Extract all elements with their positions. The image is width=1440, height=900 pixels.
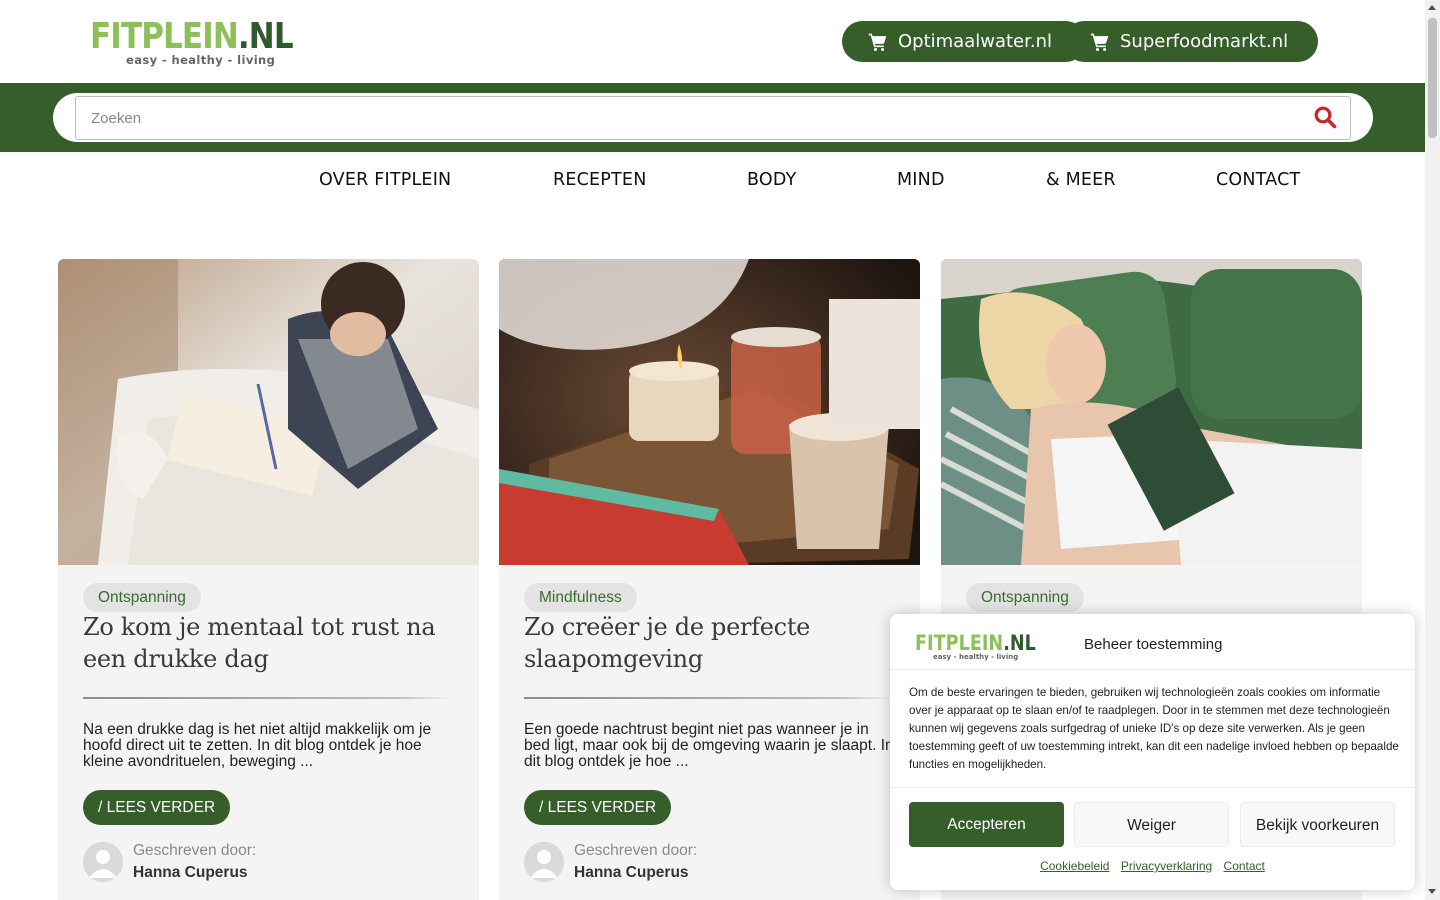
logo-wordmark: FITPLEIN.NL — [915, 631, 1036, 655]
scroll-down-icon[interactable] — [1428, 889, 1436, 894]
cookie-text: Om de beste ervaringen te bieden, gebrui… — [909, 686, 1399, 771]
shop-link-label: Superfoodmarkt.nl — [1120, 31, 1289, 52]
search-icon[interactable] — [1313, 105, 1337, 129]
post-category-badge[interactable]: Ontspanning — [966, 583, 1084, 612]
search-container — [53, 93, 1373, 142]
post-image[interactable] — [499, 259, 920, 565]
author-avatar — [524, 842, 564, 882]
cookie-policy-link[interactable]: Cookiebeleid — [1040, 859, 1109, 873]
author-name[interactable]: Hanna Cuperus — [574, 864, 689, 882]
scrollbar-thumb[interactable] — [1428, 18, 1437, 138]
shop-link-superfoodmarkt[interactable]: Superfoodmarkt.nl — [1064, 21, 1318, 62]
logo-tagline: easy - healthy - living — [126, 53, 276, 67]
nav-item-mind[interactable]: MIND — [897, 170, 945, 190]
scroll-up-icon[interactable] — [1428, 5, 1436, 10]
post-excerpt: Na een drukke dag is het niet altijd mak… — [83, 721, 432, 770]
divider — [890, 669, 1415, 670]
written-by-label: Geschreven door: — [574, 842, 698, 859]
nav-item-recepten[interactable]: RECEPTEN — [553, 170, 646, 190]
shop-link-label: Optimaalwater.nl — [898, 31, 1053, 52]
post-card: Ontspanning Zo kom je mentaal tot rust n… — [58, 259, 479, 900]
post-image[interactable] — [58, 259, 479, 565]
post-image[interactable] — [941, 259, 1362, 565]
author-name[interactable]: Hanna Cuperus — [133, 864, 248, 882]
cookie-title: Beheer toestemming — [1084, 636, 1223, 653]
cart-icon — [868, 33, 887, 51]
written-by-label: Geschreven door: — [133, 842, 257, 859]
logo-wordmark: FITPLEIN.NL — [90, 16, 294, 57]
author-avatar — [83, 842, 123, 882]
nav-item-contact[interactable]: CONTACT — [1216, 170, 1300, 190]
cookie-logo: FITPLEIN.NL easy - healthy - living — [915, 631, 1036, 661]
scrollbar[interactable] — [1425, 0, 1440, 900]
site-header: FITPLEIN.NL easy - healthy - living Opti… — [0, 0, 1425, 83]
cookie-consent-dialog: FITPLEIN.NL easy - healthy - living Behe… — [890, 614, 1415, 890]
divider — [890, 787, 1415, 788]
contact-link[interactable]: Contact — [1224, 859, 1265, 873]
main-nav: OVER FITPLEIN RECEPTEN BODY MIND & MEER … — [0, 170, 1425, 194]
deny-button[interactable]: Weiger — [1074, 802, 1229, 847]
site-logo[interactable]: FITPLEIN.NL easy - healthy - living — [90, 16, 294, 70]
cart-icon — [1090, 33, 1109, 51]
cookie-links: Cookiebeleid Privacyverklaring Contact — [890, 859, 1415, 873]
nav-item-body[interactable]: BODY — [747, 170, 796, 190]
divider — [83, 697, 453, 699]
post-category-badge[interactable]: Mindfulness — [524, 583, 637, 612]
post-excerpt: Een goede nachtrust begint niet pas wann… — [524, 721, 894, 770]
shop-link-optimaalwater[interactable]: Optimaalwater.nl — [842, 21, 1086, 62]
view-preferences-button[interactable]: Bekijk voorkeuren — [1240, 802, 1395, 847]
logo-tagline: easy - healthy - living — [933, 653, 1019, 661]
read-more-button[interactable]: / LEES VERDER — [83, 790, 231, 825]
accept-button[interactable]: Accepteren — [909, 802, 1064, 847]
post-category-badge[interactable]: Ontspanning — [83, 583, 201, 612]
user-icon — [524, 842, 564, 882]
search-input[interactable] — [75, 96, 1351, 140]
nav-item-meer[interactable]: & MEER — [1046, 170, 1116, 190]
read-more-button[interactable]: / LEES VERDER — [524, 790, 672, 825]
search-band — [0, 83, 1425, 152]
post-title[interactable]: Zo kom je mentaal tot rust na een drukke… — [83, 611, 443, 675]
nav-item-over-fitplein[interactable]: OVER FITPLEIN — [319, 170, 451, 190]
post-card: Mindfulness Zo creëer je de perfecte sla… — [499, 259, 920, 900]
divider — [524, 697, 894, 699]
user-icon — [83, 842, 123, 882]
post-title[interactable]: Zo creëer je de perfecte slaapomgeving — [524, 611, 884, 675]
privacy-statement-link[interactable]: Privacyverklaring — [1121, 859, 1212, 873]
